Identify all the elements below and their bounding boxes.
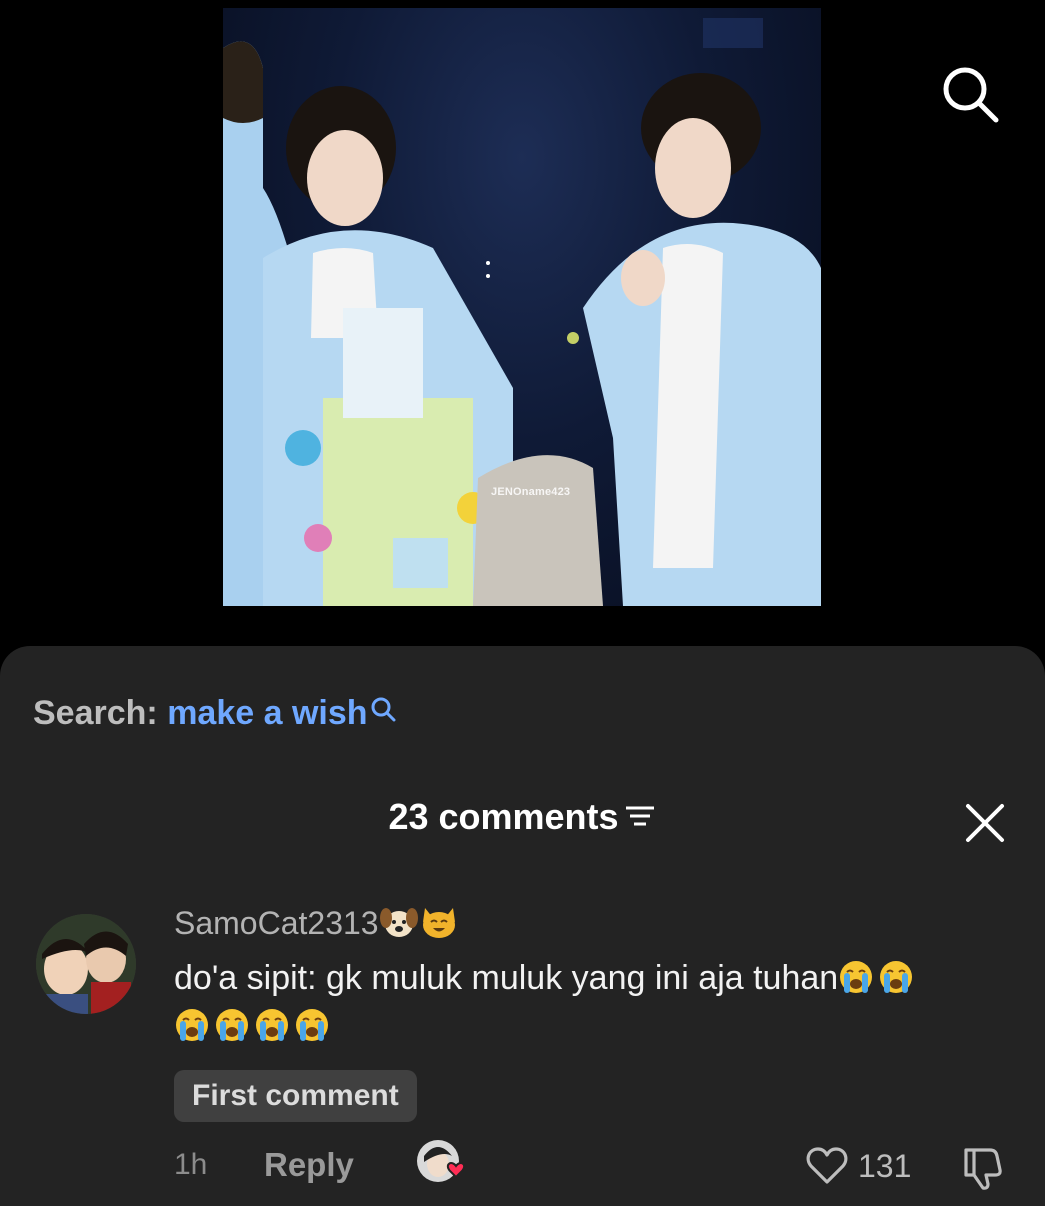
comments-header: 23 comments: [0, 796, 1045, 838]
creator-liked-avatar: [416, 1138, 472, 1184]
video-frame[interactable]: JENOname423: [223, 8, 821, 606]
cat-face-emoji: [422, 908, 455, 938]
search-button[interactable]: [938, 62, 1002, 126]
reply-button[interactable]: Reply: [264, 1146, 354, 1184]
search-mini-icon: [370, 692, 396, 731]
video-still: [223, 18, 821, 606]
video-area[interactable]: JENOname423: [0, 0, 1045, 660]
search-suggestion[interactable]: Search: make a wish: [33, 694, 396, 733]
close-comments-button[interactable]: [962, 800, 1008, 846]
comment-text: do'a sipit: gk muluk muluk yang ini aja …: [174, 954, 1014, 1050]
search-icon: [943, 67, 999, 123]
search-prefix: Search:: [33, 694, 158, 732]
loudly-crying-face-emoji: [254, 1007, 290, 1043]
loudly-crying-face-emoji: [838, 959, 874, 995]
sort-icon[interactable]: [623, 796, 657, 838]
like-count: 131: [858, 1148, 912, 1184]
search-term-link[interactable]: make a wish: [167, 694, 367, 732]
dislike-icon[interactable]: [960, 1144, 1008, 1190]
comments-sheet: Search: make a wish 23 comments SamoCat2…: [0, 646, 1045, 1206]
dog-face-emoji: [379, 908, 418, 937]
video-watermark: JENOname423: [491, 486, 571, 498]
loudly-crying-face-emoji: [878, 959, 914, 995]
like-heart-icon[interactable]: [805, 1144, 849, 1188]
comment-username[interactable]: SamoCat2313: [174, 904, 459, 942]
first-comment-badge: First comment: [174, 1070, 417, 1122]
loudly-crying-face-emoji: [174, 1007, 210, 1043]
close-icon: [966, 804, 1004, 842]
loudly-crying-face-emoji: [294, 1007, 330, 1043]
avatar[interactable]: [36, 914, 136, 1014]
loudly-crying-face-emoji: [214, 1007, 250, 1043]
comments-count-title: 23 comments: [388, 796, 619, 837]
comment-time: 1h: [174, 1148, 208, 1181]
